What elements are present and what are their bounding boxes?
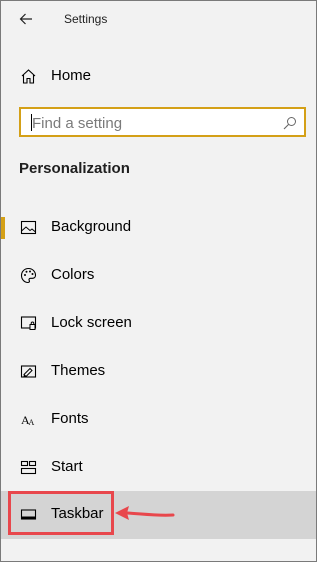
app-title: Settings: [64, 12, 108, 26]
section-title: Personalization: [19, 160, 130, 177]
nav-item-label: Themes: [51, 362, 106, 379]
nav-item-label: Colors: [51, 266, 95, 283]
home-nav-item[interactable]: Home: [1, 57, 316, 95]
palette-icon: [20, 267, 37, 284]
lock-screen-icon: [20, 316, 37, 330]
home-icon: [21, 69, 36, 84]
back-arrow-icon: [19, 13, 32, 25]
search-icon[interactable]: [283, 116, 297, 130]
nav-item-label: Background: [51, 218, 132, 235]
settings-window: Settings Home Find a setting Personaliza…: [0, 0, 317, 562]
nav-item-start[interactable]: Start: [1, 444, 316, 492]
search-placeholder: Find a setting: [32, 115, 123, 132]
fonts-icon: A A: [21, 413, 35, 427]
nav-item-themes[interactable]: Themes: [1, 348, 316, 396]
annotation-highlight-box: [8, 491, 114, 535]
back-button[interactable]: [13, 7, 39, 31]
background-icon: [20, 220, 37, 235]
search-input[interactable]: Find a setting: [19, 107, 306, 137]
home-label: Home: [51, 67, 92, 84]
nav-item-label: Start: [51, 458, 83, 475]
nav-item-background[interactable]: Background: [1, 204, 316, 252]
nav-item-lock-screen[interactable]: Lock screen: [1, 300, 316, 348]
nav-item-colors[interactable]: Colors: [1, 252, 316, 300]
svg-text:A: A: [29, 418, 35, 427]
start-icon: [20, 460, 37, 475]
nav-item-label: Lock screen: [51, 314, 132, 331]
nav-item-fonts[interactable]: A A Fonts: [1, 396, 316, 444]
annotation-arrow-icon: [115, 506, 175, 520]
nav-item-label: Fonts: [51, 410, 89, 427]
title-bar: Settings: [1, 1, 316, 39]
themes-icon: [20, 365, 37, 378]
